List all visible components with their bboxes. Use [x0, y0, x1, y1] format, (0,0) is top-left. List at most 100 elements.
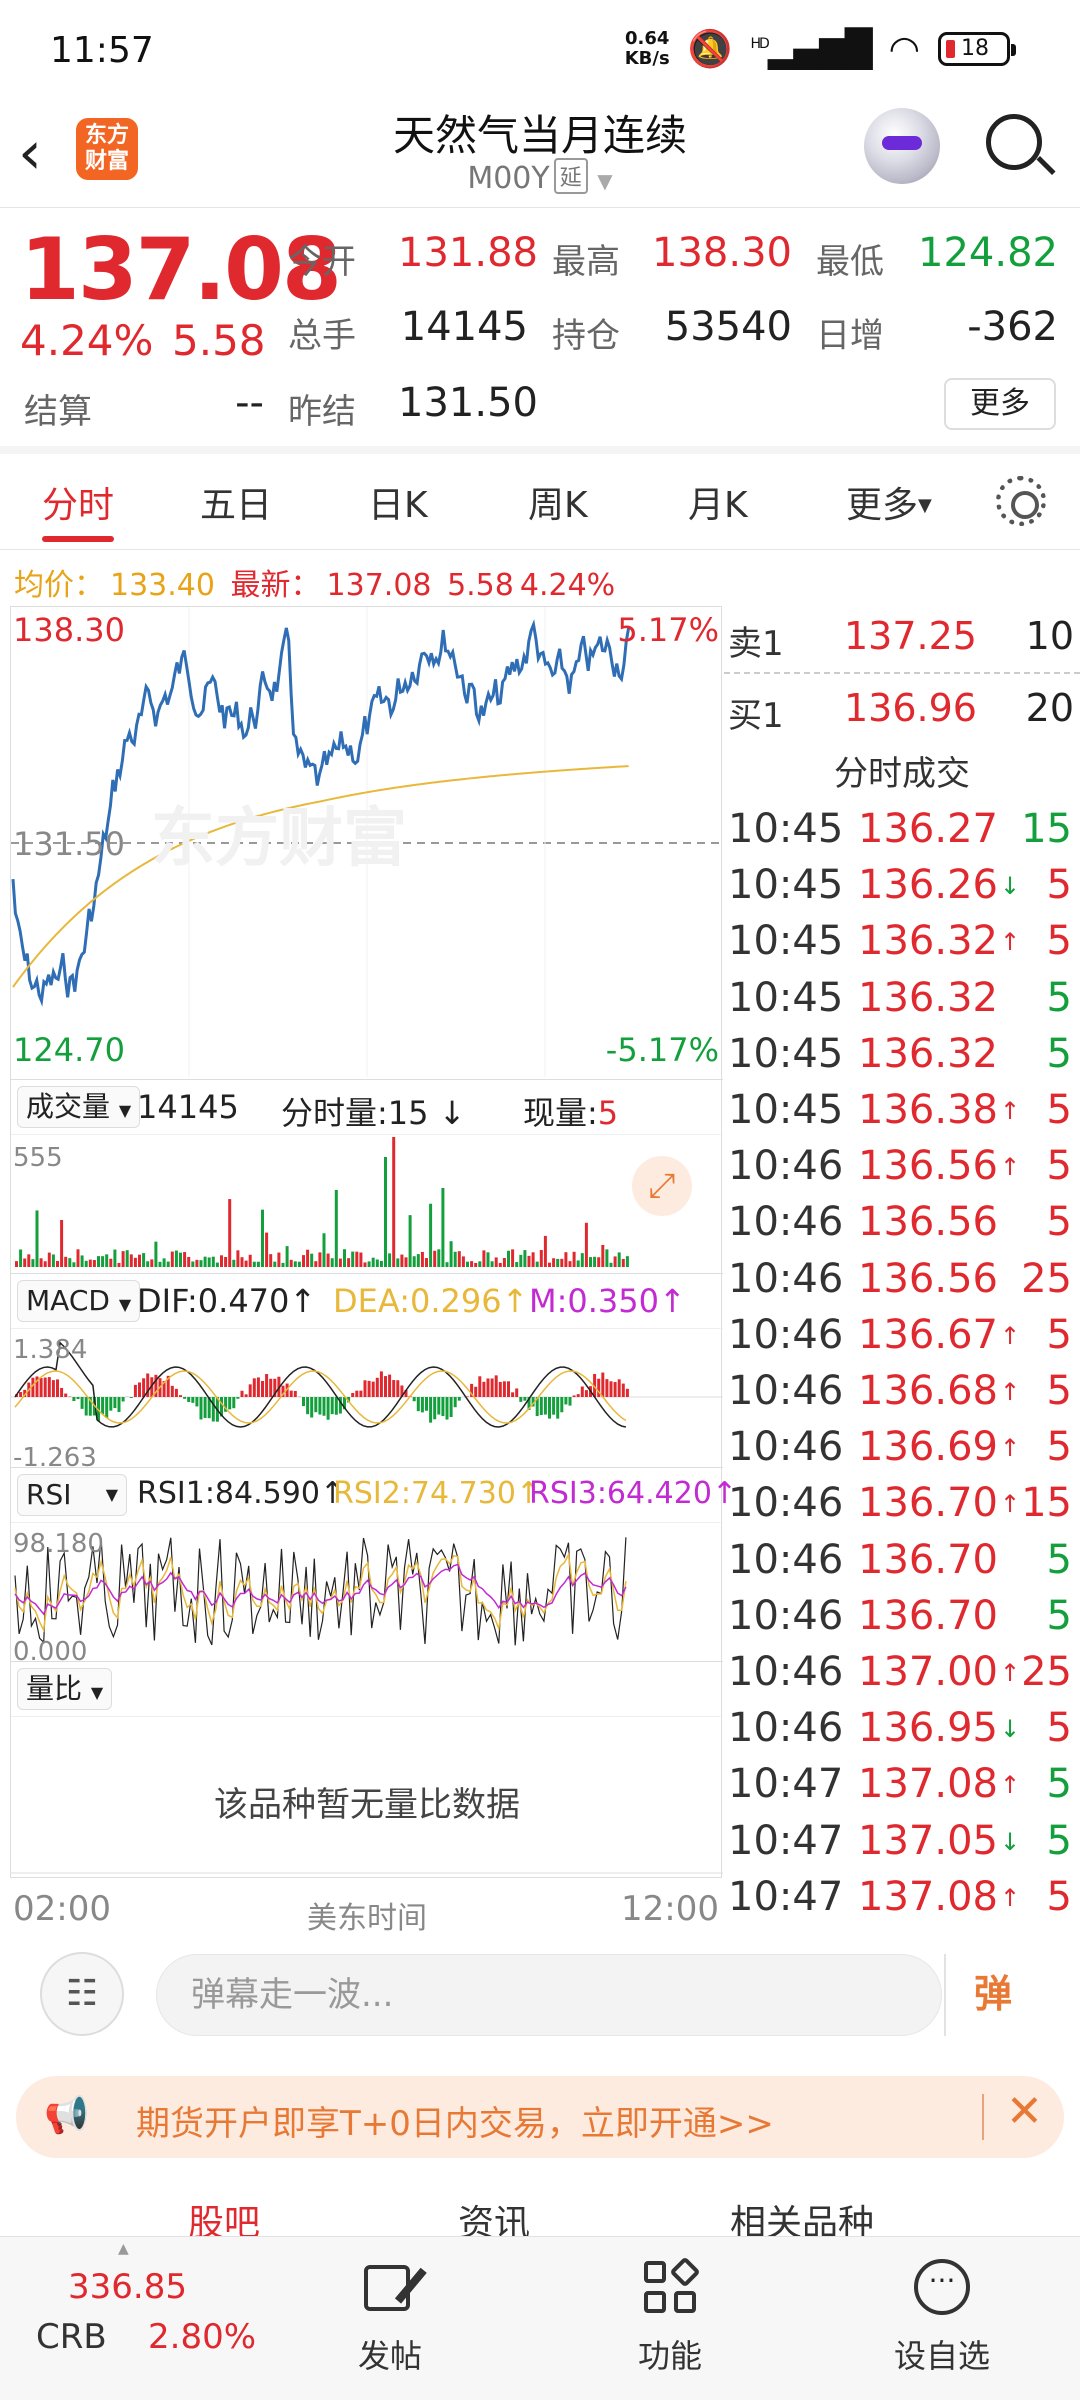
- expand-icon[interactable]: ⤢: [632, 1156, 692, 1216]
- volume-bar: [420, 1251, 424, 1267]
- tick-volume: 25: [1021, 1649, 1072, 1695]
- volume-bar: [453, 1251, 457, 1267]
- volume-bar: [39, 1258, 43, 1267]
- macd-bar: [334, 1397, 338, 1415]
- danmu-toggle-button[interactable]: 弹: [944, 1954, 1040, 2036]
- rsi-max-label: 98.180: [13, 1529, 104, 1559]
- tick-row: 10:46 136.56↑ 5: [724, 1139, 1080, 1195]
- tab-intraday[interactable]: 分时: [42, 476, 114, 528]
- high-value: 138.30: [652, 230, 792, 276]
- volume-bar: [269, 1254, 273, 1267]
- volume-bar: [142, 1253, 146, 1267]
- macd-bar: [228, 1397, 232, 1410]
- bid-row: 买1 136.96 20: [728, 686, 1074, 736]
- macd-bar: [51, 1380, 55, 1397]
- volume-bar: [92, 1259, 96, 1267]
- volume-bar: [625, 1256, 629, 1267]
- volume-indicator-dropdown[interactable]: 成交量 ▼: [17, 1086, 141, 1128]
- crb-price[interactable]: 336.85: [68, 2267, 187, 2307]
- macd-bar: [265, 1374, 269, 1397]
- caret-up-icon: ▲: [118, 2241, 129, 2257]
- ask-row: 卖1 137.25 10: [728, 614, 1074, 664]
- volume-bar: [457, 1251, 461, 1267]
- intraday-chart[interactable]: 138.30 5.17% 131.50 东方财富 124.70 -5.17% 成…: [10, 606, 737, 1936]
- tick-time: 10:45: [728, 862, 844, 909]
- volume-bar: [613, 1256, 617, 1267]
- rsi-indicator-dropdown[interactable]: RSI ▼: [17, 1474, 127, 1516]
- nav-add-watchlist[interactable]: ··· 设自选: [862, 2257, 1022, 2377]
- status-time: 11:57: [50, 30, 154, 71]
- macd-bar: [133, 1384, 137, 1397]
- volume-bar: [162, 1258, 166, 1267]
- volume-bar: [256, 1261, 260, 1267]
- search-icon[interactable]: [986, 114, 1042, 170]
- volume-bar: [384, 1157, 387, 1267]
- volume-bar: [154, 1241, 158, 1267]
- promo-banner[interactable]: 📢 期货开户即享T+0日内交易，立即开通>> ✕: [16, 2076, 1064, 2158]
- close-icon[interactable]: ✕: [1006, 2086, 1043, 2137]
- tab-news[interactable]: 资讯: [458, 2194, 530, 2240]
- macd-indicator-dropdown[interactable]: MACD ▼: [17, 1280, 141, 1322]
- danmu-input[interactable]: 弹幕走一波...: [156, 1954, 942, 2036]
- volume-bar: [187, 1256, 191, 1267]
- tab-five-day[interactable]: 五日: [200, 476, 272, 528]
- volume-bar: [15, 1261, 18, 1267]
- macd-bar: [490, 1378, 494, 1397]
- open-interest-value: 53540: [664, 304, 792, 350]
- gear-icon[interactable]: [996, 476, 1046, 526]
- volume-bar: [531, 1252, 535, 1267]
- macd-bar: [211, 1397, 215, 1422]
- macd-bar: [359, 1390, 363, 1397]
- arrow-down-icon: ↓: [999, 872, 1021, 901]
- promo-text[interactable]: 期货开户即享T+0日内交易，立即开通>>: [136, 2096, 774, 2145]
- wifi-icon: ◠: [888, 28, 920, 70]
- pct-min-label: -5.17%: [605, 1031, 719, 1069]
- post-list-icon[interactable]: ☷: [40, 1952, 124, 2036]
- volume-bar: [125, 1250, 129, 1267]
- status-bar: 11:57 0.64 KB/s 🔕 HD▂▄▆█ ◠ 18: [0, 0, 1080, 96]
- volume-bar: [51, 1254, 55, 1267]
- macd-bar: [314, 1397, 318, 1413]
- tick-price: 137.08↑: [858, 1761, 1021, 1808]
- assistant-avatar[interactable]: [864, 108, 940, 184]
- volume-bar: [273, 1261, 277, 1267]
- volume-bar: [326, 1253, 330, 1267]
- volume-bar: [416, 1254, 420, 1267]
- volume-bar: [548, 1262, 551, 1267]
- high-label: 最高: [552, 242, 620, 282]
- arrow-up-icon: ↑: [999, 1153, 1021, 1182]
- tick-row: 10:45 136.32↑ 5: [724, 914, 1080, 970]
- macd-bar: [318, 1397, 322, 1415]
- tab-weekly-k[interactable]: 周K: [528, 476, 588, 528]
- volume-bar: [72, 1262, 76, 1267]
- tab-forum[interactable]: 股吧: [188, 2194, 260, 2240]
- macd-bar: [170, 1385, 174, 1397]
- nav-functions[interactable]: 功能: [590, 2256, 750, 2377]
- settle-label: 结算: [24, 392, 92, 432]
- crb-name[interactable]: CRB: [36, 2317, 107, 2357]
- tab-monthly-k[interactable]: 月K: [688, 476, 748, 528]
- tick-price: 136.32↑: [858, 918, 1021, 965]
- tick-volume: 15: [1021, 1480, 1072, 1527]
- macd-bar: [306, 1397, 310, 1415]
- battery-icon: 18: [938, 32, 1016, 66]
- tab-related[interactable]: 相关品种: [730, 2194, 874, 2240]
- tab-daily-k[interactable]: 日K: [368, 476, 428, 528]
- macd-bar: [355, 1390, 359, 1397]
- macd-bar: [621, 1383, 625, 1397]
- nav-post[interactable]: 发帖: [310, 2257, 470, 2377]
- macd-bar: [543, 1397, 547, 1415]
- tick-row: 10:46 136.69↑ 5: [724, 1420, 1080, 1476]
- volume-bar: [47, 1252, 51, 1267]
- volume-bar: [498, 1262, 502, 1267]
- macd-bar: [43, 1377, 47, 1397]
- macd-bar: [564, 1397, 568, 1405]
- volume-bar: [580, 1253, 584, 1267]
- crb-percent[interactable]: 2.80%: [148, 2317, 256, 2357]
- volume-bar: [355, 1251, 359, 1267]
- ratio-indicator-dropdown[interactable]: 量比 ▼: [17, 1668, 113, 1710]
- tick-row: 10:46 136.95↓ 5: [724, 1701, 1080, 1757]
- tab-more[interactable]: 更多▼: [846, 476, 932, 528]
- more-button[interactable]: 更多: [944, 378, 1056, 430]
- rsi-header: RSI ▼ RSI1:84.590↑ RSI2:74.730↑ RSI3:64.…: [11, 1467, 737, 1523]
